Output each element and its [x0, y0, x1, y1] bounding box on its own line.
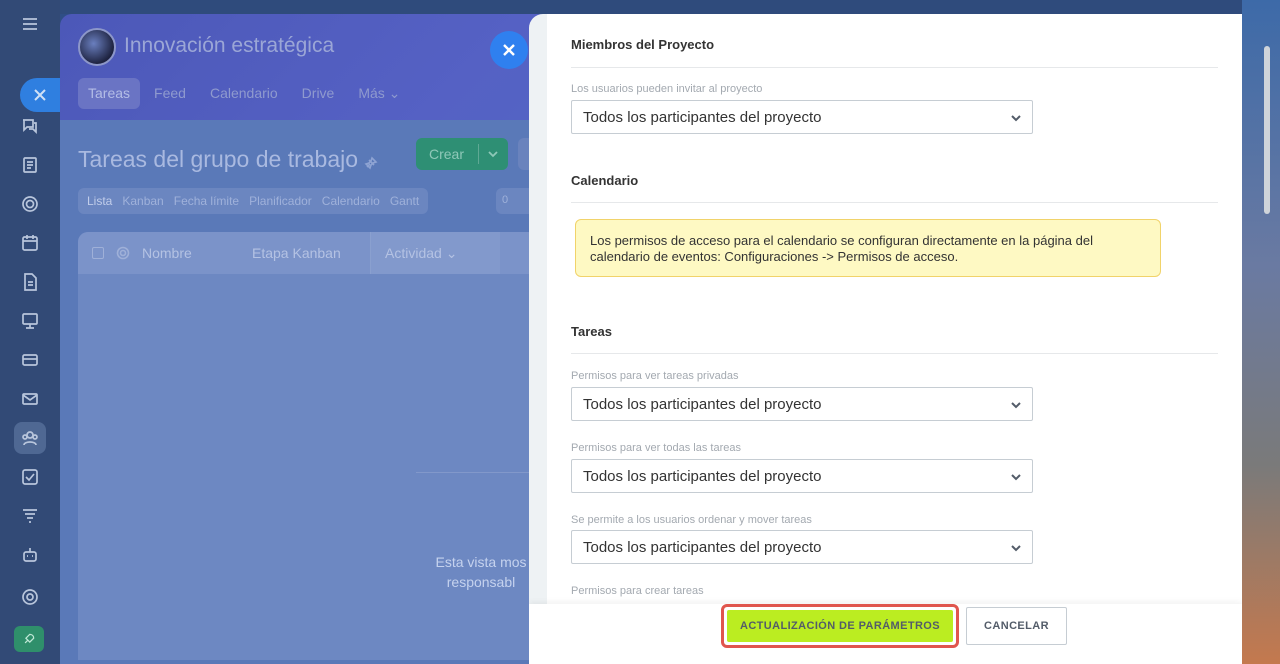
tab-tareas[interactable]: Tareas — [78, 78, 141, 109]
card-icon[interactable] — [14, 344, 46, 376]
workgroups-icon[interactable] — [14, 422, 46, 454]
invite-select-value: Todos los participantes del proyecto — [583, 108, 822, 126]
view-lista[interactable]: Lista — [82, 188, 117, 214]
pin-icon[interactable] — [364, 156, 378, 170]
funnel-icon[interactable] — [14, 500, 46, 532]
scrollbar[interactable] — [1264, 46, 1270, 214]
section-title-tasks: Tareas — [571, 324, 612, 339]
group-avatar — [78, 28, 116, 66]
sort-move-select[interactable]: Todos los participantes del proyecto — [571, 530, 1033, 564]
view-all-label: Permisos para ver todas las tareas — [571, 442, 741, 454]
calendar-notice: Los permisos de acceso para el calendari… — [575, 219, 1161, 277]
view-calendario[interactable]: Calendario — [317, 188, 385, 214]
tab-mas[interactable]: Más ⌄ — [348, 78, 410, 109]
select-all-checkbox[interactable] — [92, 247, 104, 259]
top-bar — [60, 0, 1242, 14]
save-button[interactable]: ACTUALIZACIÓN DE PARÁMETROS — [727, 610, 953, 642]
create-separator — [478, 144, 479, 164]
close-icon — [503, 44, 515, 56]
empty-state-text: Esta vista mos responsabl — [435, 554, 527, 590]
view-all-select[interactable]: Todos los participantes del proyecto — [571, 459, 1033, 493]
create-button-label: Crear — [429, 146, 465, 162]
view-private-value: Todos los participantes del proyecto — [583, 395, 822, 413]
tab-mas-label: Más — [358, 85, 385, 101]
group-title: Innovación estratégica — [124, 34, 335, 57]
workgroup-page: Innovación estratégica Tareas Feed Calen… — [60, 14, 580, 664]
gear-icon[interactable] — [116, 246, 130, 260]
left-icon-rail — [0, 0, 60, 664]
view-gantt[interactable]: Gantt — [385, 188, 424, 214]
group-tabs: Tareas Feed Calendario Drive Más ⌄ — [78, 78, 410, 109]
robot-icon[interactable] — [14, 539, 46, 571]
create-tasks-label: Permisos para crear tareas — [571, 585, 704, 597]
invite-label: Los usuarios pueden invitar al proyecto — [571, 83, 763, 95]
divider — [416, 472, 546, 473]
chat-icon[interactable] — [14, 110, 46, 142]
tab-drive[interactable]: Drive — [292, 78, 345, 109]
divider — [571, 353, 1218, 354]
view-fecha-limite[interactable]: Fecha límite — [169, 188, 244, 214]
column-etapa-kanban[interactable]: Etapa Kanban — [252, 245, 370, 261]
task-grid: Nombre Etapa Kanban Actividad ⌄ Esta vis… — [78, 232, 546, 660]
tab-feed[interactable]: Feed — [144, 78, 196, 109]
chevron-down-icon — [1011, 402, 1021, 409]
save-button-highlight: ACTUALIZACIÓN DE PARÁMETROS — [721, 604, 959, 648]
tasks-area: Tareas del grupo de trabajo Crear Lista … — [60, 120, 580, 664]
view-switcher: Lista Kanban Fecha límite Planificador C… — [78, 188, 429, 214]
close-slider-icon[interactable] — [20, 78, 60, 112]
cancel-button[interactable]: CANCELAR — [966, 607, 1067, 645]
menu-icon[interactable] — [14, 8, 46, 40]
chevron-down-icon — [1011, 474, 1021, 481]
column-actividad-label: Actividad — [385, 245, 442, 261]
sort-move-label: Se permite a los usuarios ordenar y move… — [571, 514, 812, 526]
target-icon[interactable] — [14, 188, 46, 220]
divider — [571, 67, 1218, 68]
right-edge — [1242, 0, 1280, 664]
column-actividad[interactable]: Actividad ⌄ — [370, 232, 500, 274]
page-title: Tareas del grupo de trabajo — [78, 146, 359, 172]
view-planificador[interactable]: Planificador — [244, 188, 317, 214]
grid-header: Nombre Etapa Kanban Actividad ⌄ — [78, 232, 538, 274]
column-nombre[interactable]: Nombre — [142, 245, 252, 261]
feed-icon[interactable] — [14, 149, 46, 181]
settings-footer: ACTUALIZACIÓN DE PARÁMETROS CANCELAR — [529, 604, 1242, 664]
view-private-label: Permisos para ver tareas privadas — [571, 370, 739, 382]
settings-panel: Miembros del Proyecto Los usuarios puede… — [529, 14, 1242, 664]
chevron-down-icon[interactable] — [487, 148, 499, 160]
create-button[interactable]: Crear — [416, 138, 508, 170]
chevron-down-icon — [1011, 545, 1021, 552]
view-all-value: Todos los participantes del proyecto — [583, 467, 822, 485]
divider — [571, 202, 1218, 203]
tasks-icon[interactable] — [14, 461, 46, 493]
document-icon[interactable] — [14, 266, 46, 298]
board-icon[interactable] — [14, 305, 46, 337]
mail-icon[interactable] — [14, 383, 46, 415]
settings-card: Miembros del Proyecto Los usuarios puede… — [547, 14, 1242, 604]
view-kanban[interactable]: Kanban — [117, 188, 168, 214]
invite-select[interactable]: Todos los participantes del proyecto — [571, 100, 1033, 134]
sort-move-value: Todos los participantes del proyecto — [583, 538, 822, 556]
rocket-icon[interactable] — [14, 626, 44, 652]
tab-calendario[interactable]: Calendario — [200, 78, 288, 109]
section-title-calendar: Calendario — [571, 173, 639, 188]
section-title-members: Miembros del Proyecto — [571, 37, 715, 52]
settings-icon[interactable] — [14, 581, 46, 613]
calendar-icon[interactable] — [14, 227, 46, 259]
view-private-select[interactable]: Todos los participantes del proyecto — [571, 387, 1033, 421]
chevron-down-icon — [1011, 115, 1021, 122]
close-settings-button[interactable] — [490, 31, 528, 69]
